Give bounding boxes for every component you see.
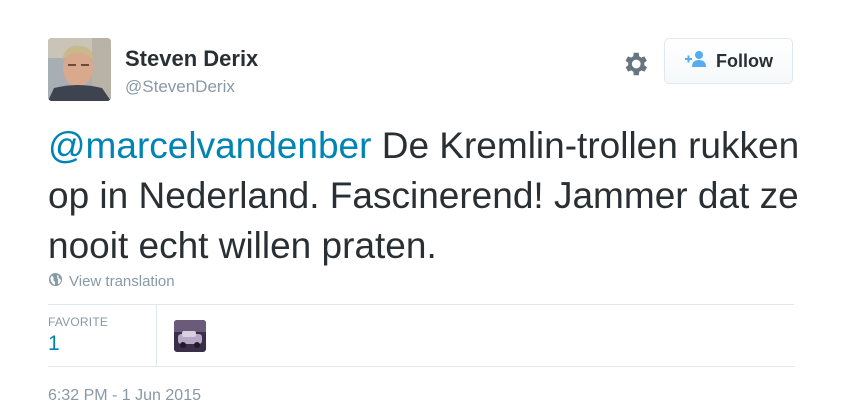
- user-photo-icon: [48, 38, 111, 101]
- globe-icon: [48, 272, 63, 291]
- author-handle[interactable]: @StevenDerix: [125, 77, 235, 97]
- follow-button[interactable]: Follow: [664, 38, 793, 84]
- gear-icon[interactable]: [620, 49, 650, 79]
- stats-top-divider: [48, 304, 794, 305]
- stats-separator: [156, 305, 157, 366]
- tweet-card: Steven Derix @StevenDerix Follow @marcel…: [0, 0, 841, 419]
- tweet-timestamp[interactable]: 6:32 PM - 1 Jun 2015: [48, 387, 201, 405]
- follow-button-label: Follow: [716, 50, 773, 71]
- mention-link[interactable]: @marcelvandenber: [48, 125, 371, 166]
- favoriter-avatar[interactable]: [174, 320, 206, 352]
- view-translation-label: View translation: [69, 273, 175, 290]
- author-avatar[interactable]: [48, 38, 111, 101]
- add-user-icon: [684, 50, 708, 73]
- favorite-count[interactable]: 1: [48, 332, 60, 356]
- author-name[interactable]: Steven Derix: [125, 46, 258, 72]
- favorite-label: FAVORITE: [48, 315, 109, 329]
- favoriter-photo-icon: [174, 320, 206, 352]
- view-translation-link[interactable]: View translation: [48, 272, 175, 291]
- tweet-text: @marcelvandenber De Kremlin-trollen rukk…: [48, 121, 808, 271]
- stats-bottom-divider: [48, 366, 794, 367]
